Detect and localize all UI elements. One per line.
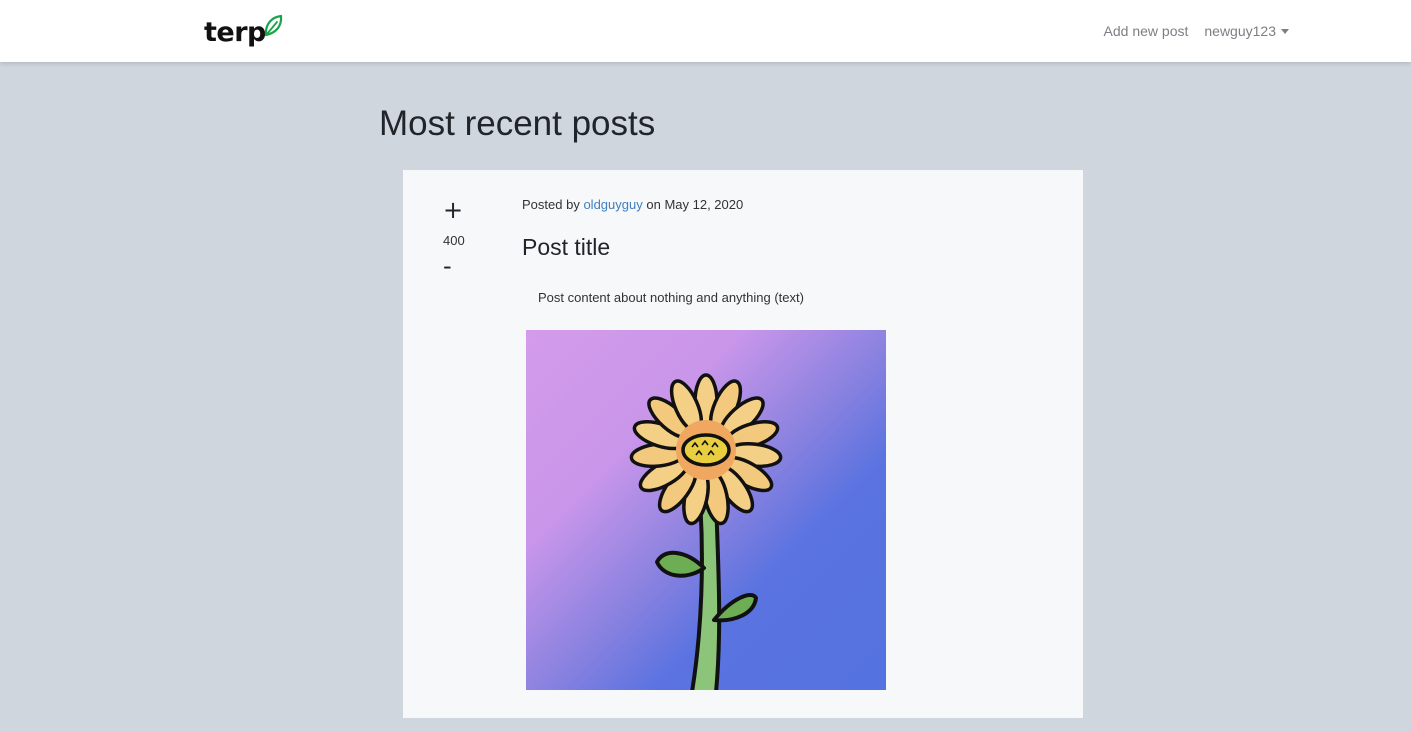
caret-down-icon (1281, 29, 1289, 34)
post-content: Post content about nothing and anything … (538, 290, 804, 305)
post-card: + 400 - Posted by oldguyguy on May 12, 2… (403, 170, 1083, 718)
vote-count: 400 (443, 233, 465, 248)
meta-on: on (646, 197, 661, 212)
post-meta: Posted by oldguyguy on May 12, 2020 (522, 197, 743, 212)
leaf-icon (264, 14, 283, 37)
flower-illustration (629, 373, 783, 690)
page-title: Most recent posts (379, 104, 656, 143)
post-title: Post title (522, 234, 611, 260)
downvote-button[interactable]: - (433, 252, 452, 280)
brand-text: terp (204, 17, 266, 48)
vote-column: + 400 - (433, 196, 477, 280)
post-image (526, 330, 886, 690)
add-new-post-link[interactable]: Add new post (1104, 23, 1189, 39)
username-label: newguy123 (1204, 23, 1276, 39)
post-date: May 12, 2020 (664, 197, 744, 212)
upvote-button[interactable]: + (433, 196, 463, 224)
top-navbar: terp Add new post newguy123 (0, 0, 1411, 62)
nav-right: Add new post newguy123 (1104, 0, 1289, 62)
brand-logo[interactable]: terp (204, 10, 286, 50)
user-menu-toggle[interactable]: newguy123 (1204, 23, 1289, 39)
meta-prefix: Posted by (522, 197, 580, 212)
author-link[interactable]: oldguyguy (583, 197, 642, 212)
